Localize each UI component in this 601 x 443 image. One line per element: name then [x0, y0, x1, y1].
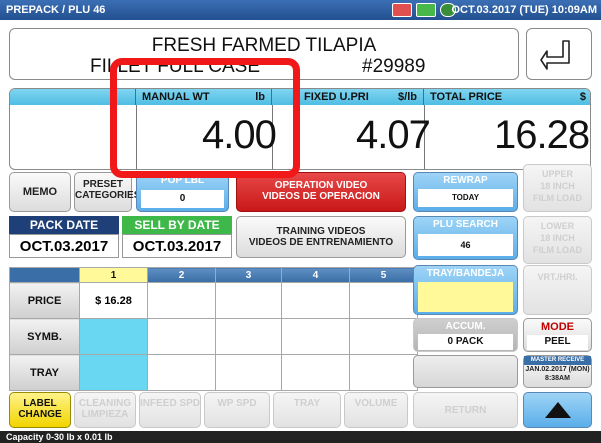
- capacity-footer: Capacity 0-30 lb x 0.01 lb: [0, 431, 601, 443]
- triangle-up-icon: [544, 402, 571, 418]
- product-name-line1: FRESH FARMED TILAPIA: [151, 35, 377, 56]
- grid-cell[interactable]: [79, 354, 148, 391]
- plu-search-button[interactable]: PLU SEARCH 46: [413, 216, 518, 260]
- grid-cell[interactable]: [349, 354, 418, 391]
- tray-bandeja-button[interactable]: TRAY/BANDEJA: [413, 265, 518, 315]
- top-status-bar: PREPACK / PLU 46 OCT.03.2017 (TUE) 10:09…: [0, 0, 601, 20]
- pack-date-value[interactable]: OCT.03.2017: [9, 234, 119, 258]
- grid-cell[interactable]: [79, 318, 148, 355]
- grid-cell[interactable]: [281, 354, 350, 391]
- return-button[interactable]: RETURN: [413, 392, 518, 428]
- grid-row-label: PRICE: [9, 282, 80, 319]
- mode-value: PEEL: [527, 335, 588, 350]
- grid-cell[interactable]: [281, 318, 350, 355]
- pop-lbl-button[interactable]: POP LBL 0: [136, 172, 229, 212]
- grid-cell[interactable]: [349, 282, 418, 319]
- upper-film-load-button[interactable]: UPPER 18 INCH FILM LOAD: [523, 164, 592, 212]
- printer-status-icon: [392, 3, 412, 17]
- memo-button[interactable]: MEMO: [9, 172, 71, 212]
- grid-cell[interactable]: [281, 282, 350, 319]
- pop-lbl-value: 0: [141, 190, 224, 208]
- scroll-up-button[interactable]: [523, 392, 592, 428]
- preset-categories-button[interactable]: PRESET CATEGORIES: [74, 172, 140, 212]
- grid-cell[interactable]: [147, 354, 216, 391]
- wp-spd-button[interactable]: WP SPD: [204, 392, 270, 428]
- sell-by-date-label: SELL BY DATE: [122, 216, 232, 234]
- grid-cell[interactable]: [215, 318, 282, 355]
- battery-icon: [416, 3, 436, 17]
- rewrap-button[interactable]: REWRAP TODAY: [413, 172, 518, 212]
- tray-bandeja-value: [418, 282, 513, 312]
- lower-film-load-button[interactable]: LOWER 18 INCH FILM LOAD: [523, 216, 592, 264]
- grid-corner: [9, 267, 80, 283]
- operation-video-button[interactable]: OPERATION VIDEO VIDEOS DE OPERACION: [236, 172, 406, 212]
- grid-cell[interactable]: [215, 354, 282, 391]
- infeed-spd-button[interactable]: INFEED SPD: [139, 392, 201, 428]
- screen-title: PREPACK / PLU 46: [6, 4, 106, 16]
- tray-button[interactable]: TRAY: [273, 392, 341, 428]
- master-receive-panel: MASTER RECEIVE JAN.02.2017 (MON) 8:38AM: [523, 355, 592, 388]
- grid-column-header[interactable]: 5: [349, 267, 418, 283]
- pack-date-label: PACK DATE: [9, 216, 119, 234]
- plu-number: #29989: [362, 56, 426, 77]
- label-grid: 1 2 3 4 5 PRICE $ 16.28 SYMB. TRAY: [9, 267, 418, 391]
- grid-cell[interactable]: $ 16.28: [79, 282, 148, 319]
- label-change-button[interactable]: LABEL CHANGE: [9, 392, 71, 428]
- cleaning-button[interactable]: CLEANING LIMPIEZA: [74, 392, 136, 428]
- sell-by-date-value[interactable]: OCT.03.2017: [122, 234, 232, 258]
- vrt-hri-button[interactable]: VRT./HRI.: [523, 265, 592, 315]
- datetime: OCT.03.2017 (TUE) 10:09AM: [451, 4, 598, 16]
- accum-button[interactable]: ACCUM. 0 PACK: [413, 318, 518, 352]
- plu-search-value: 46: [418, 234, 513, 256]
- fixed-upri-value[interactable]: 4.07: [356, 113, 431, 158]
- weight-price-panel: MANUAL WT lb FIXED U.PRI $/lb TOTAL PRIC…: [9, 88, 591, 170]
- volume-button[interactable]: VOLUME: [344, 392, 408, 428]
- mode-button[interactable]: MODE PEEL: [523, 318, 592, 352]
- back-button[interactable]: [526, 28, 592, 80]
- accum-value: 0 PACK: [418, 334, 513, 350]
- grid-row-label: SYMB.: [9, 318, 80, 355]
- grid-cell[interactable]: [349, 318, 418, 355]
- grid-cell[interactable]: [215, 282, 282, 319]
- blank-status-box: [413, 355, 518, 388]
- total-price-header: TOTAL PRICE $: [424, 89, 590, 105]
- grid-column-header[interactable]: 2: [147, 267, 216, 283]
- grid-column-header[interactable]: 3: [215, 267, 282, 283]
- return-arrow-icon: [540, 40, 570, 70]
- rewrap-value: TODAY: [418, 189, 513, 207]
- grid-cell[interactable]: [147, 318, 216, 355]
- grid-row-label: TRAY: [9, 354, 80, 391]
- grid-column-header[interactable]: 4: [281, 267, 350, 283]
- grid-cell[interactable]: [147, 282, 216, 319]
- training-videos-button[interactable]: TRAINING VIDEOS VIDEOS DE ENTRENAMIENTO: [236, 216, 406, 258]
- grid-column-header[interactable]: 1: [79, 267, 148, 283]
- highlight-box: [110, 58, 300, 178]
- total-price-value: 16.28: [494, 113, 590, 157]
